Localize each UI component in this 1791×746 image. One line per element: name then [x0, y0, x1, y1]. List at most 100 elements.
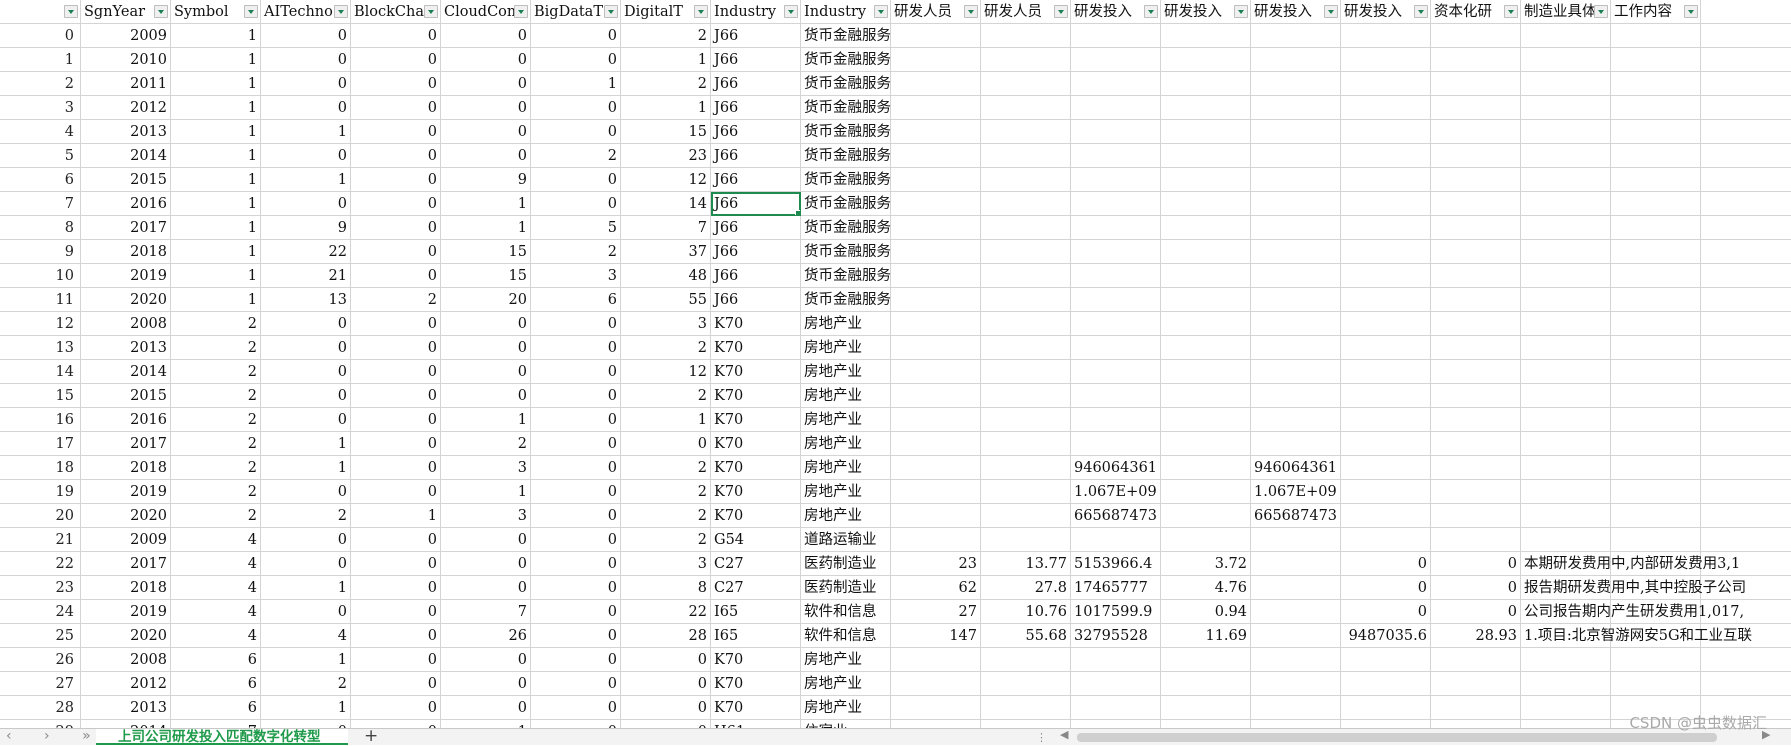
table-cell[interactable]: 1	[171, 264, 261, 288]
table-cell[interactable]	[1701, 648, 1791, 672]
table-cell[interactable]: 3	[621, 312, 711, 336]
table-cell[interactable]	[891, 288, 981, 312]
table-cell[interactable]	[1701, 288, 1791, 312]
add-sheet-button[interactable]: +	[364, 726, 378, 746]
table-cell[interactable]: 1	[621, 408, 711, 432]
table-cell[interactable]: 1	[171, 24, 261, 48]
table-cell[interactable]	[1701, 144, 1791, 168]
table-cell[interactable]: 62	[891, 576, 981, 600]
table-cell[interactable]	[891, 192, 981, 216]
table-cell[interactable]: 11.69	[1161, 624, 1251, 648]
table-cell[interactable]: 1	[171, 288, 261, 312]
table-cell[interactable]: 48	[621, 264, 711, 288]
column-header-2[interactable]: Symbol	[171, 0, 261, 24]
table-cell[interactable]: 2020	[81, 288, 171, 312]
column-header-7[interactable]: DigitalT	[621, 0, 711, 24]
table-cell[interactable]: 0	[351, 528, 441, 552]
table-cell[interactable]	[1521, 288, 1611, 312]
table-cell[interactable]: 23	[891, 552, 981, 576]
table-cell[interactable]: 本期研发费用中,内部研发费用3,1	[1521, 552, 1740, 576]
table-cell[interactable]	[1431, 504, 1521, 528]
table-cell[interactable]	[1341, 360, 1431, 384]
table-cell[interactable]: 0	[531, 528, 621, 552]
table-cell[interactable]	[891, 72, 981, 96]
table-cell[interactable]	[1701, 408, 1791, 432]
table-cell[interactable]: 0	[351, 96, 441, 120]
table-cell[interactable]: 27.8	[981, 576, 1071, 600]
table-cell[interactable]: 0	[621, 720, 711, 728]
table-cell[interactable]	[1611, 288, 1701, 312]
table-cell[interactable]: 2	[171, 384, 261, 408]
table-cell[interactable]: 0	[1341, 576, 1431, 600]
table-cell[interactable]: 0	[261, 480, 351, 504]
table-cell[interactable]: 0	[441, 120, 531, 144]
table-cell[interactable]	[1611, 360, 1701, 384]
table-cell[interactable]	[1341, 216, 1431, 240]
filter-dropdown-icon[interactable]	[1594, 5, 1608, 18]
table-cell[interactable]: 3.72	[1161, 552, 1251, 576]
table-cell[interactable]	[1251, 144, 1341, 168]
table-cell[interactable]: 1	[261, 120, 351, 144]
table-cell[interactable]	[1701, 192, 1791, 216]
table-cell[interactable]: 2016	[81, 192, 171, 216]
table-cell[interactable]	[1701, 96, 1791, 120]
row-index[interactable]: 23	[0, 576, 81, 600]
table-cell[interactable]: 1.067E+09	[1251, 480, 1341, 504]
table-cell[interactable]: J66	[711, 48, 801, 72]
table-cell[interactable]	[1611, 672, 1701, 696]
row-index[interactable]: 21	[0, 528, 81, 552]
table-cell[interactable]: K70	[711, 480, 801, 504]
table-cell[interactable]	[1521, 24, 1611, 48]
table-cell[interactable]: K70	[711, 456, 801, 480]
column-header-8[interactable]: Industry	[711, 0, 801, 24]
row-index[interactable]: 17	[0, 432, 81, 456]
table-cell[interactable]	[1071, 264, 1161, 288]
table-cell[interactable]	[1521, 312, 1611, 336]
table-cell[interactable]: 9487035.6	[1341, 624, 1431, 648]
table-cell[interactable]: 1	[621, 96, 711, 120]
table-cell[interactable]	[1431, 24, 1521, 48]
table-cell[interactable]: 0	[441, 696, 531, 720]
table-cell[interactable]: 货币金融服务	[801, 48, 891, 72]
table-cell[interactable]	[891, 48, 981, 72]
table-cell[interactable]	[1521, 528, 1611, 552]
table-cell[interactable]	[1701, 528, 1791, 552]
table-cell[interactable]	[1521, 336, 1611, 360]
row-index[interactable]: 16	[0, 408, 81, 432]
table-cell[interactable]	[981, 96, 1071, 120]
table-cell[interactable]: 0	[441, 384, 531, 408]
column-header-1[interactable]: SgnYear	[81, 0, 171, 24]
table-cell[interactable]	[981, 648, 1071, 672]
table-cell[interactable]: J66	[711, 72, 801, 96]
table-cell[interactable]	[1701, 456, 1791, 480]
filter-dropdown-icon[interactable]	[1504, 5, 1518, 18]
table-cell[interactable]	[1341, 480, 1431, 504]
table-cell[interactable]: 1	[261, 576, 351, 600]
filter-dropdown-icon[interactable]	[1144, 5, 1158, 18]
table-cell[interactable]	[1701, 72, 1791, 96]
table-cell[interactable]: 2017	[81, 432, 171, 456]
table-cell[interactable]	[981, 336, 1071, 360]
table-cell[interactable]: K70	[711, 336, 801, 360]
table-cell[interactable]: 0	[531, 384, 621, 408]
table-cell[interactable]: 55.68	[981, 624, 1071, 648]
table-cell[interactable]	[1341, 288, 1431, 312]
table-cell[interactable]: 0	[531, 432, 621, 456]
table-cell[interactable]: 0	[531, 600, 621, 624]
row-index[interactable]: 7	[0, 192, 81, 216]
table-cell[interactable]: 软件和信息	[801, 600, 891, 624]
table-cell[interactable]: 房地产业	[801, 336, 891, 360]
table-cell[interactable]: 4	[171, 552, 261, 576]
table-cell[interactable]: 2	[621, 72, 711, 96]
row-index[interactable]: 12	[0, 312, 81, 336]
table-cell[interactable]: 0	[351, 144, 441, 168]
horizontal-scrollbar-thumb[interactable]	[1077, 733, 1717, 742]
table-cell[interactable]: 17465777	[1071, 576, 1161, 600]
column-header-16[interactable]: 资本化研	[1431, 0, 1521, 24]
table-cell[interactable]: K70	[711, 408, 801, 432]
table-cell[interactable]	[1341, 240, 1431, 264]
table-cell[interactable]	[981, 48, 1071, 72]
table-cell[interactable]: 20	[441, 288, 531, 312]
table-cell[interactable]	[1431, 240, 1521, 264]
table-cell[interactable]: 1	[171, 144, 261, 168]
